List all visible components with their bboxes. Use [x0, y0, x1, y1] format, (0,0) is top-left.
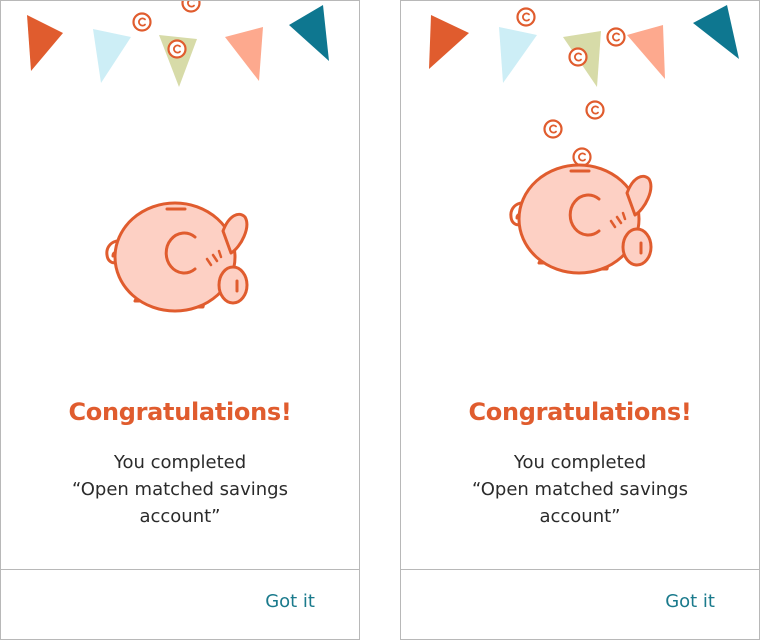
bunting-flag: [693, 5, 739, 59]
bunting-flag: [225, 27, 263, 81]
completion-message: You completed “Open matched savings acco…: [401, 449, 759, 530]
message-line: You completed: [113, 452, 247, 473]
divider: [401, 569, 759, 570]
bunting-flags: [429, 5, 739, 87]
bunting-flag: [27, 15, 63, 71]
dialog-title: Congratulations!: [68, 398, 292, 426]
coin-icon: [543, 119, 563, 139]
coin-icon: [181, 1, 201, 13]
bunting-flag: [429, 15, 469, 69]
message-line: account”: [139, 506, 221, 527]
celebration-illustration: [27, 1, 329, 313]
coin-icon: [516, 7, 536, 27]
celebration-dialog: Congratulations! You completed “Open mat…: [0, 0, 360, 640]
coin-icon: [568, 47, 588, 67]
bunting-flag: [627, 25, 665, 79]
completion-message: You completed “Open matched savings acco…: [1, 449, 359, 530]
coin-icon: [572, 147, 592, 167]
bunting-flag: [93, 29, 131, 83]
message-line: “Open matched savings: [472, 479, 688, 500]
coin-icon: [585, 100, 605, 120]
bunting-flag: [289, 5, 329, 61]
message-line: “Open matched savings: [72, 479, 288, 500]
got-it-button[interactable]: Got it: [265, 591, 315, 612]
coin-icon: [606, 27, 626, 47]
got-it-button[interactable]: Got it: [665, 591, 715, 612]
bunting-flag: [499, 27, 537, 83]
piggy-bank-icon: [105, 201, 249, 313]
celebration-illustration: [429, 5, 739, 275]
dialog-title: Congratulations!: [468, 398, 692, 426]
coin-icon: [132, 12, 152, 32]
message-line: account”: [539, 506, 621, 527]
celebration-dialog: Congratulations! You completed “Open mat…: [400, 0, 760, 640]
coin-icon: [167, 39, 187, 59]
piggy-bank-icon: [509, 163, 653, 275]
message-line: You completed: [513, 452, 647, 473]
divider: [1, 569, 359, 570]
